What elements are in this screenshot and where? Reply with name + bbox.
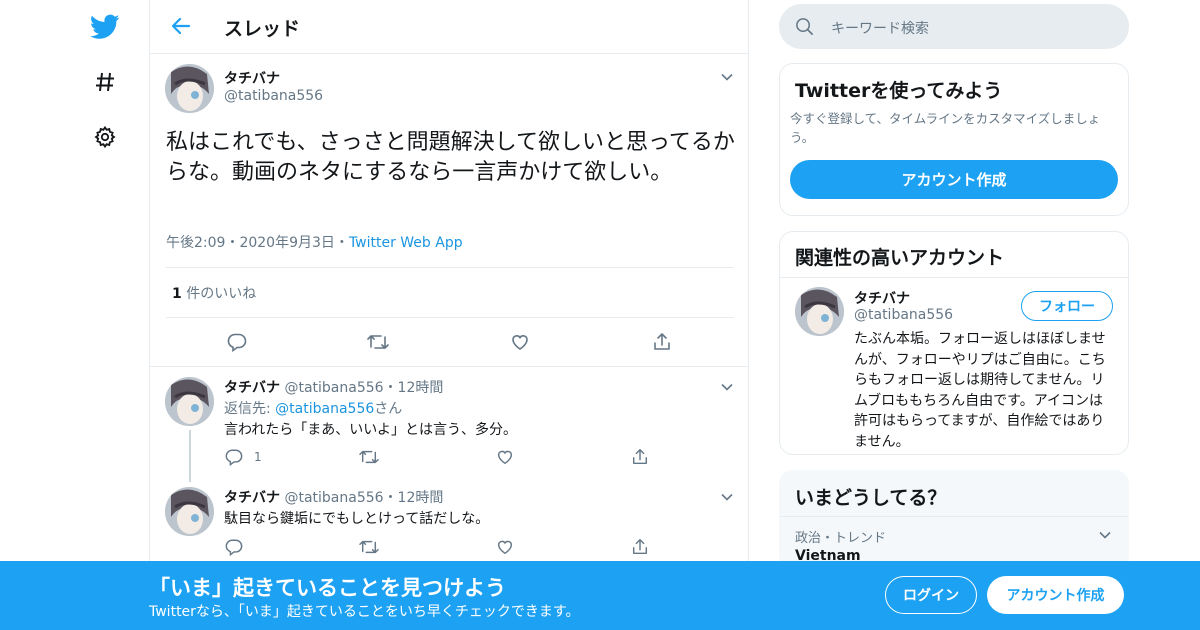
reply-text: 駄目なら鍵垢にでもしとけって話だしな。	[224, 511, 490, 527]
divider	[780, 277, 1128, 278]
like-heart-icon[interactable]	[508, 330, 532, 354]
chevron-down-icon[interactable]	[1097, 527, 1113, 543]
reply-icon[interactable]	[225, 330, 249, 354]
like-heart-icon[interactable]	[493, 535, 517, 559]
meta-dot: ・	[383, 380, 398, 396]
thread-header: スレッド	[150, 0, 748, 54]
related-accounts-card: 関連性の高いアカウント タチバナ @tatibana556 フォロー たぶん本垢…	[779, 231, 1129, 455]
divider	[166, 267, 734, 268]
tweet-meta: 午後2:09・2020年9月3日・Twitter Web App	[166, 232, 463, 252]
meta-dot: ・	[383, 490, 398, 506]
signup-banner: 「いま」起きていることを見つけよう Twitterなら、「いま」起きていることを…	[0, 561, 1200, 630]
reply-to-handle-link[interactable]: @tatibana556	[275, 401, 374, 417]
hashtag-explore-icon[interactable]	[90, 67, 120, 97]
author-name[interactable]: タチバナ	[224, 68, 280, 88]
banner-title: 「いま」起きていることを見つけよう	[149, 576, 506, 600]
reply-header: タチバナ @tatibana556・12時間	[224, 487, 443, 507]
reply-count: 1	[254, 450, 262, 464]
related-account-bio: たぶん本垢。フォロー返しはほぼしませんが、フォローやリプはご自由に。こちらもフォ…	[854, 331, 1106, 450]
banner-subtitle: Twitterなら、「いま」起きていることをいち早くチェックできます。	[149, 604, 580, 620]
related-account-avatar[interactable]	[795, 287, 844, 336]
likes-label: 件のいいね	[181, 286, 257, 302]
trends-card-title: いまどうしてる？	[795, 487, 947, 509]
reply-header: タチバナ @tatibana556・12時間	[224, 377, 443, 397]
share-icon[interactable]	[650, 330, 674, 354]
meta-dot: ・	[334, 235, 349, 251]
reply-to-prefix: 返信先:	[224, 401, 276, 417]
tweet-date[interactable]: 2020年9月3日	[239, 235, 334, 251]
related-account-handle[interactable]: @tatibana556	[854, 307, 953, 323]
likes-number: 1	[172, 286, 182, 302]
back-arrow-icon[interactable]	[168, 13, 194, 39]
retweet-icon[interactable]	[357, 535, 381, 559]
signup-card: Twitterを使ってみよう 今すぐ登録して、タイムラインをカスタマイズしましょ…	[779, 63, 1129, 216]
trends-card: いまどうしてる？ 政治・トレンド Vietnam	[779, 470, 1129, 570]
reply-avatar[interactable]	[165, 377, 214, 426]
search-input[interactable]: キーワード検索	[779, 4, 1129, 49]
create-account-button[interactable]: アカウント作成	[790, 160, 1118, 199]
search-placeholder: キーワード検索	[831, 21, 929, 37]
reply-author-name[interactable]: タチバナ	[224, 380, 280, 396]
reply-time[interactable]: 12時間	[398, 490, 444, 506]
author-handle[interactable]: @tatibana556	[224, 88, 323, 104]
login-button[interactable]: ログイン	[885, 576, 977, 614]
thread-connector-line	[189, 430, 191, 482]
chevron-down-icon[interactable]	[719, 489, 735, 505]
chevron-down-icon[interactable]	[719, 379, 735, 395]
reply-author-name[interactable]: タチバナ	[224, 490, 280, 506]
like-heart-icon[interactable]	[493, 445, 517, 469]
share-icon[interactable]	[628, 445, 652, 469]
reply-text: 言われたら「まあ、いいよ」とは言う、多分。	[224, 422, 518, 438]
settings-gear-icon[interactable]	[90, 122, 120, 152]
share-icon[interactable]	[628, 535, 652, 559]
reply-author-handle[interactable]: @tatibana556	[284, 490, 383, 506]
reply-time[interactable]: 12時間	[398, 380, 444, 396]
reply-icon[interactable]	[222, 445, 246, 469]
banner-create-account-button[interactable]: アカウント作成	[987, 576, 1124, 614]
tweet-time[interactable]: 午後2:09	[166, 235, 225, 251]
trend-category: 政治・トレンド	[795, 531, 887, 546]
thread-column: スレッド タチバナ @tatibana556 私はこれでも、さっさと問題解決して…	[149, 0, 749, 630]
retweet-icon[interactable]	[357, 445, 381, 469]
signup-card-title: Twitterを使ってみよう	[795, 80, 1003, 102]
reply-author-handle[interactable]: @tatibana556	[284, 380, 383, 396]
page-title: スレッド	[224, 18, 301, 40]
reply-icon[interactable]	[222, 535, 246, 559]
divider	[166, 317, 734, 318]
reply-avatar[interactable]	[165, 487, 214, 536]
retweet-icon[interactable]	[366, 330, 390, 354]
divider	[150, 366, 748, 367]
reply-to: 返信先: @tatibana556さん	[224, 398, 402, 418]
search-icon	[795, 17, 814, 40]
likes-count[interactable]: 1 件のいいね	[172, 283, 256, 303]
tweet-source[interactable]: Twitter Web App	[349, 235, 463, 251]
signup-card-desc: 今すぐ登録して、タイムラインをカスタマイズしましょう。	[790, 111, 1101, 145]
reply-to-suffix: さん	[374, 401, 403, 417]
follow-button[interactable]: フォロー	[1021, 291, 1113, 321]
divider	[780, 516, 1128, 517]
tweet-text: 私はこれでも、さっさと問題解決して欲しいと思ってるからな。動画のネタにするなら一…	[166, 130, 735, 185]
related-card-title: 関連性の高いアカウント	[795, 247, 1005, 269]
author-avatar[interactable]	[165, 64, 214, 113]
chevron-down-icon[interactable]	[719, 69, 735, 85]
twitter-logo-icon[interactable]	[90, 12, 120, 42]
meta-dot: ・	[225, 235, 240, 251]
related-account-name[interactable]: タチバナ	[854, 288, 910, 308]
